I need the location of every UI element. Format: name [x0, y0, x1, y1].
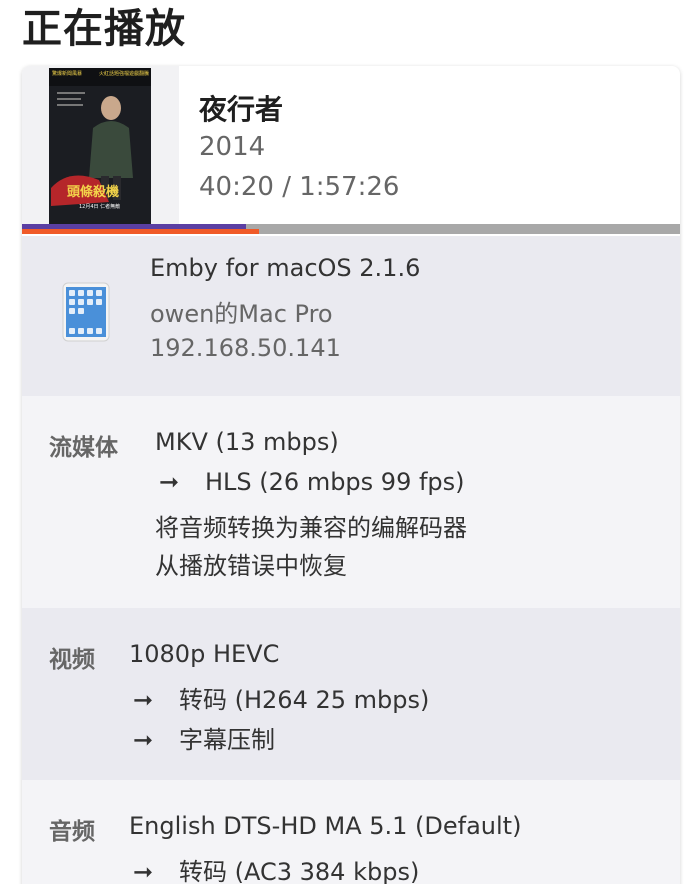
audio-transcode-text: 转码 (AC3 384 kbps) — [179, 858, 420, 884]
video-info: 视频 1080p HEVC ➞ 转码 (H264 25 mbps) ➞ 字幕压制 — [22, 608, 680, 780]
video-subtitle-text: 字幕压制 — [179, 726, 275, 754]
now-playing-card[interactable]: 驚爆新聞風暴 火紅話題強檔遊戲翻騰 頭條殺機 12月4日 仁者無敵 夜行者 20… — [22, 66, 680, 884]
stream-label: 流媒体 — [49, 435, 118, 461]
video-source: 1080p HEVC — [129, 640, 280, 668]
arrow-icon: ➞ — [133, 726, 154, 754]
arrow-icon: ➞ — [133, 858, 154, 884]
stream-note: 从播放错误中恢复 — [155, 552, 347, 580]
stream-source: MKV (13 mbps) — [155, 428, 339, 456]
poster-background: 驚爆新聞風暴 火紅話題強檔遊戲翻騰 頭條殺機 12月4日 仁者無敵 — [22, 66, 179, 224]
device-info: Emby for macOS 2.1.6 owen的Mac Pro 192.16… — [22, 236, 680, 396]
video-transcode: ➞ 转码 (H264 25 mbps) — [133, 680, 429, 715]
audio-transcode: ➞ 转码 (AC3 384 kbps) — [133, 852, 419, 884]
media-title: 夜行者 — [199, 93, 284, 126]
video-subtitle: ➞ 字幕压制 — [133, 720, 275, 755]
page-title: 正在播放 — [22, 6, 186, 52]
device-ip: 192.168.50.141 — [150, 334, 341, 362]
poster-tagline-left: 驚爆新聞風暴 — [52, 70, 82, 77]
stream-target: ➞ HLS (26 mbps 99 fps) — [159, 468, 465, 496]
audio-label: 音频 — [49, 819, 95, 845]
stream-info: 流媒体 MKV (13 mbps) ➞ HLS (26 mbps 99 fps) … — [22, 396, 680, 608]
poster-release: 12月4日 仁者無敵 — [79, 203, 120, 210]
audio-info: 音频 English DTS-HD MA 5.1 (Default) ➞ 转码 (… — [22, 780, 680, 884]
poster-image: 驚爆新聞風暴 火紅話題強檔遊戲翻騰 頭條殺機 12月4日 仁者無敵 — [49, 68, 151, 224]
media-info: 驚爆新聞風暴 火紅話題強檔遊戲翻騰 頭條殺機 12月4日 仁者無敵 夜行者 20… — [22, 66, 680, 224]
video-label: 视频 — [49, 647, 95, 673]
playback-time: 40:20 / 1:57:26 — [199, 172, 400, 202]
stream-note: 将音频转换为兼容的编解码器 — [155, 514, 467, 542]
video-transcode-text: 转码 (H264 25 mbps) — [179, 686, 430, 714]
arrow-icon: ➞ — [159, 468, 180, 496]
client-name: Emby for macOS 2.1.6 — [150, 254, 421, 282]
poster-tagline-right: 火紅話題強檔遊戲翻騰 — [99, 70, 149, 77]
device-name: owen的Mac Pro — [150, 300, 333, 328]
arrow-icon: ➞ — [133, 686, 154, 714]
playback-progress-bar[interactable] — [22, 224, 680, 236]
movie-poster[interactable]: 驚爆新聞風暴 火紅話題強檔遊戲翻騰 頭條殺機 12月4日 仁者無敵 — [49, 68, 151, 224]
media-year: 2014 — [199, 132, 266, 162]
audio-source: English DTS-HD MA 5.1 (Default) — [129, 812, 522, 840]
poster-heading: 頭條殺機 — [67, 184, 119, 200]
tablet-icon — [62, 282, 110, 342]
stream-target-text: HLS (26 mbps 99 fps) — [205, 468, 465, 496]
